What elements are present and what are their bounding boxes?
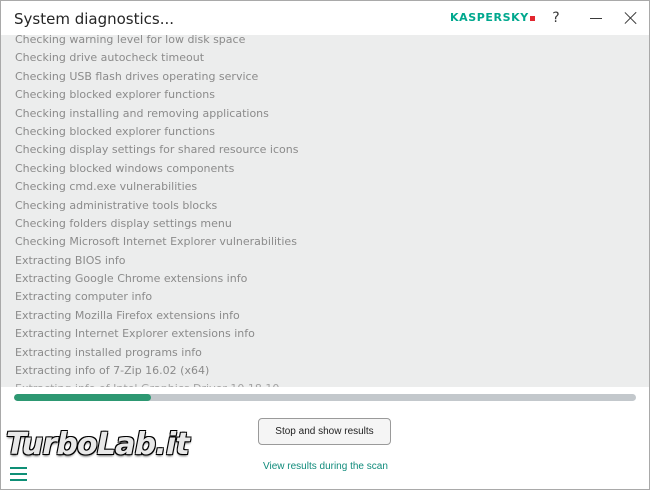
diagnostics-window: System diagnostics... KASPERSKY ? Checki… [0, 0, 650, 490]
turbolab-watermark: TurboLab.it [6, 427, 190, 462]
log-item: Checking administrative tools blocks [15, 198, 218, 212]
close-icon [624, 11, 638, 25]
view-results-link[interactable]: View results during the scan [263, 461, 388, 472]
brand-name: KASPERSKY [450, 11, 529, 24]
log-item: Checking display settings for shared res… [15, 143, 299, 157]
log-item: Checking blocked windows components [15, 161, 235, 175]
title-bar: System diagnostics... KASPERSKY ? [1, 1, 649, 35]
log-item: Checking USB flash drives operating serv… [15, 69, 259, 83]
log-item: Extracting computer info [15, 290, 153, 304]
minimize-button[interactable] [585, 8, 607, 28]
log-item: Extracting info of Intel Graphics Driver… [15, 380, 298, 387]
scan-progress-fill [14, 394, 151, 401]
kaspersky-logo: KASPERSKY [450, 11, 535, 24]
menu-line [10, 467, 27, 469]
log-item: Checking cmd.exe vulnerabilities [15, 180, 198, 194]
log-item: Checking drive autocheck timeout [15, 51, 205, 65]
log-item: Checking Microsoft Internet Explorer vul… [15, 235, 297, 249]
log-item: Extracting info of 7-Zip 16.02 (x64) [15, 364, 210, 378]
help-button[interactable]: ? [545, 8, 567, 28]
log-item: Extracting installed programs info [15, 345, 202, 359]
log-item: Extracting Internet Explorer extensions … [15, 327, 255, 341]
log-item: Checking blocked explorer functions [15, 124, 215, 138]
menu-line [10, 473, 27, 475]
diagnostics-log[interactable]: Checking warning level for low disk spac… [1, 35, 649, 387]
log-item: Checking folders display settings menu [15, 216, 232, 230]
scan-progress-bar [14, 394, 636, 401]
log-item: Extracting Google Chrome extensions info [15, 272, 248, 286]
menu-line [10, 479, 27, 481]
close-button[interactable] [620, 8, 642, 28]
window-title: System diagnostics... [14, 10, 175, 28]
log-item: Checking warning level for low disk spac… [15, 35, 246, 46]
log-item: Checking installing and removing applica… [15, 106, 269, 120]
log-item: Checking blocked explorer functions [15, 88, 215, 102]
hamburger-menu-icon[interactable] [10, 467, 27, 481]
log-list: Checking warning level for low disk spac… [15, 35, 298, 387]
log-item: Extracting BIOS info [15, 253, 126, 267]
minimize-icon [590, 17, 602, 19]
brand-badge-icon [529, 15, 535, 21]
log-item: Extracting Mozilla Firefox extensions in… [15, 308, 240, 322]
stop-and-show-results-button[interactable]: Stop and show results [258, 418, 391, 445]
